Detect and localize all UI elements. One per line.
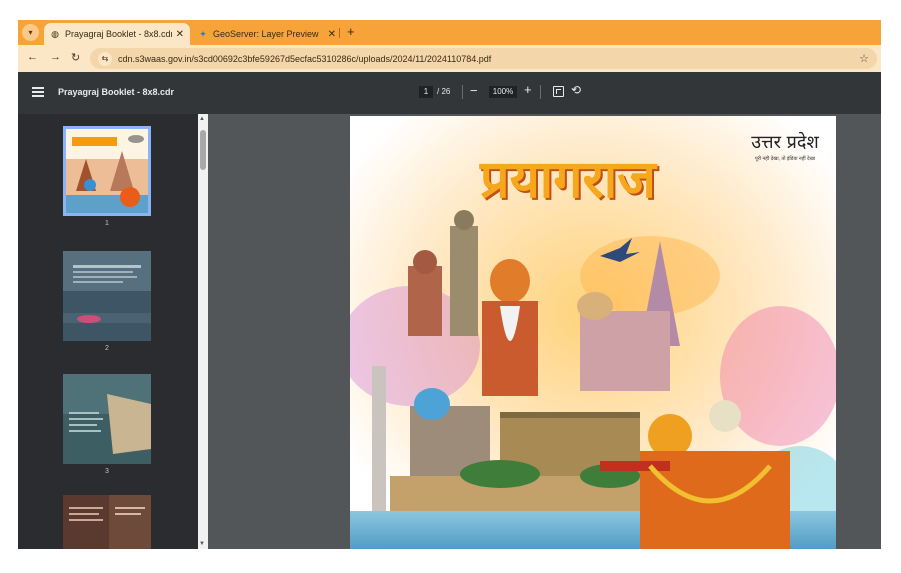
close-tab-icon[interactable]: ✕ [328,29,336,40]
sidebar-scrollbar[interactable]: ▲ ▼ [198,114,208,549]
page-thumbnail[interactable]: 4 [63,495,151,549]
thumbnail-image [63,374,151,464]
toolbar-divider [462,85,463,99]
scroll-up-icon[interactable]: ▲ [199,116,205,122]
page-title: प्रयागराज [480,149,656,210]
pdf-toolbar: Prayagraj Booklet - 8x8.cdr 1 / 26 − 100… [18,72,881,114]
thumbnail-image [63,126,151,216]
zoom-in-button[interactable]: + [524,82,532,97]
thumbnail-image [63,251,151,341]
menu-icon[interactable] [32,87,44,97]
page-thumbnail[interactable]: 2 [63,251,151,352]
rotate-icon[interactable]: ⟲ [571,83,581,97]
back-button[interactable]: ← [27,51,38,63]
address-bar[interactable]: ⇆ cdn.s3waas.gov.in/s3cd00692c3bfe59267d… [90,48,877,69]
toolbar-divider [540,85,541,99]
scroll-down-icon[interactable]: ▼ [199,541,205,547]
reload-button[interactable]: ↻ [71,51,80,64]
page-thumbnail[interactable]: 3 [63,374,151,475]
logo-text: उत्तर प्रदेश [751,132,819,153]
thumbnail-image [63,495,151,549]
browser-window: ▾ ◍ Prayagraj Booklet - 8x8.cdr ✕ ✦ GeoS… [18,20,881,549]
tab-geoserver[interactable]: ✦ GeoServer: Layer Preview ✕ [192,23,342,45]
close-tab-icon[interactable]: ✕ [176,29,184,40]
new-tab-button[interactable]: + [347,24,355,39]
thumbnail-number: 1 [105,220,109,227]
tab-divider [339,28,340,38]
tab-search-button[interactable]: ▾ [22,24,39,41]
browser-toolbar: ← → ↻ ⇆ cdn.s3waas.gov.in/s3cd00692c3bfe… [18,45,881,72]
zoom-input[interactable]: 100% [489,86,517,98]
tab-strip: ▾ ◍ Prayagraj Booklet - 8x8.cdr ✕ ✦ GeoS… [18,20,881,45]
thumbnail-number: 2 [105,345,109,352]
page-number-input[interactable]: 1 [419,86,433,98]
document-title: Prayagraj Booklet - 8x8.cdr [58,87,175,97]
zoom-out-button[interactable]: − [470,83,478,98]
globe-icon: ◍ [51,28,59,39]
tab-prayagraj-booklet[interactable]: ◍ Prayagraj Booklet - 8x8.cdr ✕ [44,23,190,45]
tab-title: GeoServer: Layer Preview [213,29,319,39]
page-thumbnail[interactable]: 1 [63,126,151,227]
geoserver-icon: ✦ [199,28,207,39]
up-tourism-logo: उत्तर प्रदेश पूरी नहीं देखा, तो इंडिया न… [745,130,825,162]
page-count: / 26 [437,87,451,96]
tab-title: Prayagraj Booklet - 8x8.cdr [65,29,172,39]
fit-to-page-icon[interactable] [553,86,564,97]
site-info-icon[interactable]: ⇆ [98,51,112,66]
logo-tagline: पूरी नहीं देखा, तो इंडिया नहीं देखा [754,156,816,162]
pdf-page: प्रयागराज उत्तर प्रदेश पूरी नहीं देखा, त… [350,116,836,549]
forward-button[interactable]: → [50,51,61,63]
thumbnail-number: 3 [105,468,109,475]
document-canvas: प्रयागराज उत्तर प्रदेश पूरी नहीं देखा, त… [208,114,881,549]
bookmark-star-icon[interactable]: ☆ [859,52,869,65]
url-text[interactable]: cdn.s3waas.gov.in/s3cd00692c3bfe59267d5e… [118,54,859,64]
scrollbar-thumb[interactable] [200,130,206,170]
thumbnail-sidebar: 1 2 3 [18,114,198,549]
